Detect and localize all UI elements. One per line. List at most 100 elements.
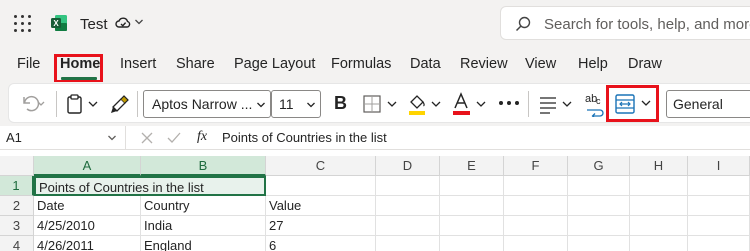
column-header-g[interactable]: G	[568, 156, 630, 176]
format-painter-icon[interactable]	[110, 94, 130, 114]
svg-text:c: c	[596, 96, 601, 106]
document-title[interactable]: Test	[80, 16, 108, 33]
ribbon-tabs: File Home Insert Share Page Layout Formu…	[0, 48, 750, 82]
select-all-corner[interactable]	[0, 156, 34, 176]
search-placeholder: Search for tools, help, and more (A	[544, 16, 750, 33]
row-header-4[interactable]: 4	[0, 236, 34, 251]
search-icon	[515, 16, 531, 32]
font-name-value: Aptos Narrow ...	[152, 96, 253, 112]
column-header-f[interactable]: F	[504, 156, 568, 176]
cloud-sync-icon[interactable]	[115, 16, 131, 30]
cell-a1-merged[interactable]: Points of Countries in the list	[34, 176, 266, 196]
chevron-down-icon	[257, 102, 265, 108]
spreadsheet-grid: A B C D E F G H I 1 2 3 4 Points of Coun…	[0, 156, 750, 251]
paste-icon[interactable]	[66, 94, 102, 114]
cell-empty[interactable]	[568, 176, 630, 196]
cell-empty[interactable]	[440, 236, 504, 251]
cell-c1[interactable]	[266, 176, 376, 196]
insert-function-button[interactable]: fx	[197, 129, 207, 145]
cell-c2[interactable]: Value	[266, 196, 376, 216]
cell-empty[interactable]	[688, 216, 750, 236]
cancel-icon[interactable]	[140, 131, 154, 145]
chevron-down-icon[interactable]	[134, 17, 144, 27]
undo-icon[interactable]	[20, 95, 46, 113]
cell-empty[interactable]	[630, 216, 688, 236]
tab-data[interactable]: Data	[410, 56, 441, 72]
tab-help[interactable]: Help	[578, 56, 608, 72]
column-header-e[interactable]: E	[440, 156, 504, 176]
cell-empty[interactable]	[504, 196, 568, 216]
cell-empty[interactable]	[630, 176, 688, 196]
font-size-dropdown[interactable]: 11	[271, 90, 321, 118]
tab-share[interactable]: Share	[176, 56, 215, 72]
name-box[interactable]: A1	[0, 126, 126, 149]
cell-c3[interactable]: 27	[266, 216, 376, 236]
cell-empty[interactable]	[504, 236, 568, 251]
borders-icon[interactable]	[362, 94, 400, 114]
chevron-down-icon	[108, 135, 116, 141]
name-box-value: A1	[6, 130, 22, 145]
search-input[interactable]: Search for tools, help, and more (A	[500, 6, 750, 40]
tab-view[interactable]: View	[525, 56, 556, 72]
cell-empty[interactable]	[376, 176, 440, 196]
column-header-b[interactable]: B	[141, 156, 266, 176]
cell-empty[interactable]	[568, 196, 630, 216]
title-bar: X Test Search for tools, help, and more …	[0, 0, 750, 48]
cell-empty[interactable]	[504, 216, 568, 236]
cell-empty[interactable]	[688, 176, 750, 196]
tab-file[interactable]: File	[17, 56, 40, 72]
wrap-text-icon[interactable]: ab c	[584, 91, 606, 117]
cell-a4[interactable]: 4/26/2011	[34, 236, 141, 251]
enter-check-icon[interactable]	[166, 131, 182, 145]
cell-empty[interactable]	[568, 236, 630, 251]
row-header-1[interactable]: 1	[0, 176, 34, 196]
ribbon-separator	[137, 91, 138, 117]
tab-insert[interactable]: Insert	[120, 56, 156, 72]
formula-input[interactable]: Points of Countries in the list	[222, 130, 387, 145]
align-icon[interactable]	[538, 94, 576, 114]
cell-empty[interactable]	[376, 236, 440, 251]
app-launcher-icon[interactable]	[0, 0, 44, 46]
formula-bar: A1 fx Points of Countries in the list	[0, 126, 750, 150]
ribbon-separator	[56, 91, 57, 117]
cell-b4[interactable]: England	[141, 236, 266, 251]
column-header-a[interactable]: A	[34, 156, 141, 176]
fill-color-icon[interactable]	[406, 92, 444, 116]
excel-logo-icon: X	[51, 15, 67, 31]
cell-b3[interactable]: India	[141, 216, 266, 236]
row-header-2[interactable]: 2	[0, 196, 34, 216]
tab-page-layout[interactable]: Page Layout	[234, 56, 315, 72]
number-format-dropdown[interactable]: General	[666, 90, 750, 118]
cell-a2[interactable]: Date	[34, 196, 141, 216]
tab-formulas[interactable]: Formulas	[331, 56, 391, 72]
column-header-h[interactable]: H	[630, 156, 688, 176]
cell-empty[interactable]	[440, 196, 504, 216]
cell-a3[interactable]: 4/25/2010	[34, 216, 141, 236]
column-header-i[interactable]: I	[688, 156, 750, 176]
cell-empty[interactable]	[376, 196, 440, 216]
cell-empty[interactable]	[568, 216, 630, 236]
cell-empty[interactable]	[688, 196, 750, 216]
font-color-icon[interactable]	[451, 92, 489, 116]
tab-review[interactable]: Review	[460, 56, 508, 72]
font-name-dropdown[interactable]: Aptos Narrow ...	[143, 90, 271, 118]
font-size-value: 11	[279, 96, 294, 112]
highlight-box-home	[54, 54, 103, 83]
cell-empty[interactable]	[630, 196, 688, 216]
cell-b2[interactable]: Country	[141, 196, 266, 216]
row-header-3[interactable]: 3	[0, 216, 34, 236]
column-header-d[interactable]: D	[376, 156, 440, 176]
cell-empty[interactable]	[440, 176, 504, 196]
cell-empty[interactable]	[376, 216, 440, 236]
cell-empty[interactable]	[630, 236, 688, 251]
more-icon[interactable]	[498, 100, 520, 106]
cell-c4[interactable]: 6	[266, 236, 376, 251]
cell-empty[interactable]	[504, 176, 568, 196]
column-header-c[interactable]: C	[266, 156, 376, 176]
cell-empty[interactable]	[688, 236, 750, 251]
chevron-down-icon	[307, 102, 315, 108]
highlight-box-merge	[606, 85, 659, 122]
cell-empty[interactable]	[440, 216, 504, 236]
tab-draw[interactable]: Draw	[628, 56, 662, 72]
bold-button[interactable]: B	[334, 93, 347, 114]
